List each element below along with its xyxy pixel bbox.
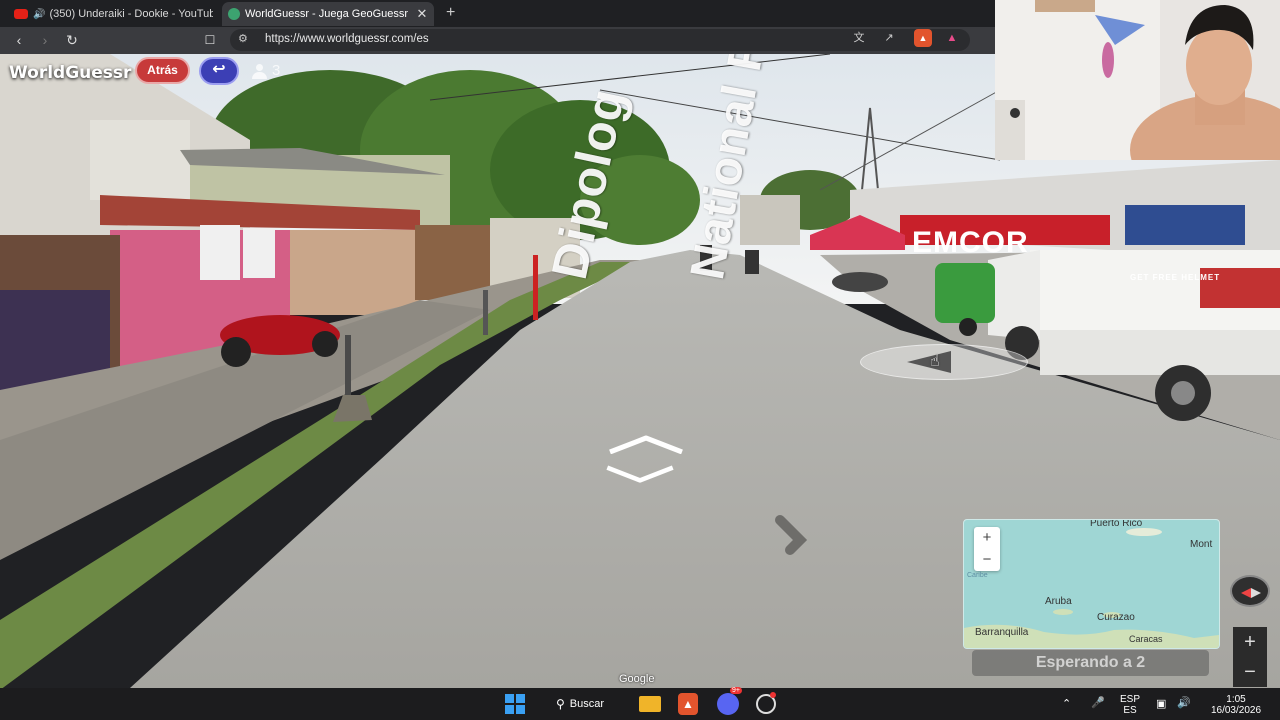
map-label-aruba: Aruba xyxy=(1045,596,1072,607)
youtube-icon xyxy=(14,9,28,19)
windows-taskbar: ⚲ Buscar ▲ 9+ ⌃ 🎤 ESP ES ▣ 🔊 1:05 16/03/… xyxy=(0,687,1280,720)
tab-title: (350) Underaiki - Dookie - YouTub xyxy=(49,8,213,20)
bookmark-icon[interactable]: ☐ xyxy=(200,30,220,50)
globe-icon xyxy=(228,8,240,20)
windows-logo-pane xyxy=(505,705,514,714)
windows-logo-pane xyxy=(505,694,514,703)
map-label-caribe: Caribe xyxy=(967,572,988,579)
browser-toolbar: ‹ › ↻ ☐ ⚙ https://www.worldguessr.com/es… xyxy=(0,27,995,54)
return-to-start-button[interactable]: ↩ xyxy=(199,57,239,85)
map-label-barranquilla: Barranquilla xyxy=(975,627,1029,638)
translate-icon[interactable]: 文 xyxy=(850,29,868,47)
volume-icon[interactable]: 🔊 xyxy=(1177,696,1191,709)
reload-icon[interactable]: ↻ xyxy=(62,30,82,50)
network-icon[interactable]: ▣ xyxy=(1156,697,1166,710)
new-tab-icon[interactable]: + xyxy=(446,4,455,22)
discord-icon[interactable]: 9+ xyxy=(717,687,742,715)
minimap-zoom-out-button[interactable]: − xyxy=(974,549,1000,571)
clock-date: 16/03/2026 xyxy=(1210,705,1262,716)
move-backward-arrow-icon[interactable] xyxy=(600,464,680,484)
move-forward-arrow-icon[interactable] xyxy=(606,434,686,454)
compass-icon[interactable] xyxy=(1230,575,1270,607)
speaker-icon[interactable]: 🔊 xyxy=(33,9,45,20)
url-text: https://www.worldguessr.com/es xyxy=(265,33,429,45)
tab-strip: 🔊 (350) Underaiki - Dookie - YouTub Worl… xyxy=(0,0,995,27)
waiting-status-button[interactable]: Esperando a 2 xyxy=(972,650,1209,676)
notification-dot xyxy=(770,692,776,698)
tab-youtube[interactable]: 🔊 (350) Underaiki - Dookie - YouTub xyxy=(8,2,213,26)
start-button[interactable] xyxy=(505,694,525,714)
webcam-video xyxy=(995,0,1280,160)
microphone-icon[interactable]: 🎤 xyxy=(1091,696,1105,709)
app-logo[interactable]: WorldGuessr xyxy=(9,63,131,83)
show-hidden-icons-icon[interactable]: ⌃ xyxy=(1062,697,1071,710)
minimap-zoom-control: + − xyxy=(974,527,1000,571)
zoom-out-button[interactable]: − xyxy=(1233,657,1267,687)
app-icon[interactable] xyxy=(756,692,776,714)
windows-logo-pane xyxy=(516,705,525,714)
tab-title: WorldGuessr - Juega GeoGuessr xyxy=(245,8,409,20)
taskbar-search[interactable]: ⚲ Buscar xyxy=(550,693,620,715)
players-indicator: 3 xyxy=(252,62,280,79)
mouse-cursor-icon: ☝ xyxy=(930,353,940,370)
brave-rewards-icon[interactable]: ▲ xyxy=(943,29,961,47)
search-label: Buscar xyxy=(569,698,605,710)
language-bottom: ES xyxy=(1123,705,1137,716)
zoom-in-button[interactable]: + xyxy=(1233,627,1267,657)
site-settings-icon[interactable]: ⚙ xyxy=(238,32,248,45)
google-attribution: Google xyxy=(619,673,655,685)
back-button[interactable]: Atrás xyxy=(135,57,190,84)
brave-shield-icon[interactable]: ▲ xyxy=(914,29,932,47)
close-tab-icon[interactable]: ✕ xyxy=(414,6,430,22)
map-label-puerto-rico: Puerto Rico xyxy=(1090,519,1143,529)
minimap-zoom-in-button[interactable]: + xyxy=(974,527,1000,549)
discord-badge: 9+ xyxy=(730,687,742,694)
back-arrow-icon[interactable]: ‹ xyxy=(9,30,29,50)
tab-worldguessr[interactable]: WorldGuessr - Juega GeoGuessr ✕ xyxy=(222,2,434,26)
brave-browser-icon[interactable]: ▲ xyxy=(678,693,698,715)
helmet-banner: GET FREE HELMET xyxy=(1130,273,1221,282)
language-indicator[interactable]: ESP ES xyxy=(1117,694,1143,716)
clock-time: 1:05 xyxy=(1226,694,1246,705)
person-icon xyxy=(252,63,267,79)
map-label-curazao: Curazao xyxy=(1097,612,1135,623)
street-navigation-arrow[interactable] xyxy=(860,344,1028,380)
search-icon: ⚲ xyxy=(556,697,565,711)
share-icon[interactable]: ↗ xyxy=(880,29,898,47)
guess-minimap[interactable]: + − Puerto Rico Mont Caribe Aruba Curaza… xyxy=(963,519,1220,649)
webcam-overlay xyxy=(995,0,1280,160)
forward-arrow-icon[interactable]: › xyxy=(35,30,55,50)
windows-logo-pane xyxy=(516,694,525,703)
clock[interactable]: 1:05 16/03/2026 xyxy=(1204,694,1268,716)
map-label-caracas: Caracas xyxy=(1129,634,1163,644)
map-label-mont: Mont xyxy=(1190,539,1213,550)
language-top: ESP xyxy=(1119,694,1140,705)
file-explorer-icon[interactable] xyxy=(639,696,661,712)
players-count: 3 xyxy=(272,62,281,79)
store-sign: EMCOR xyxy=(912,226,1029,259)
